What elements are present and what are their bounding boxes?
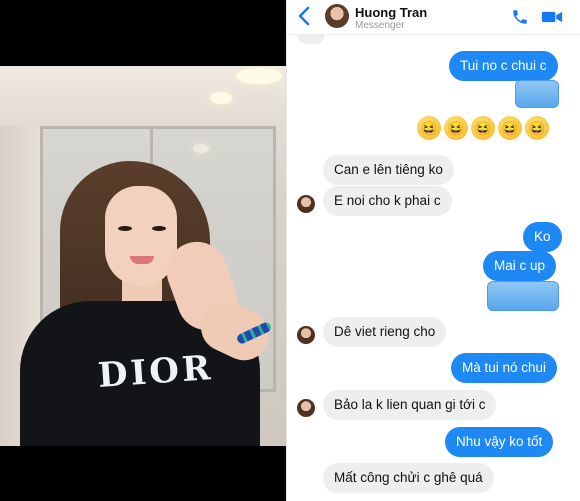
- cut-off-message-bubble: [297, 34, 325, 44]
- back-arrow-icon[interactable]: [297, 6, 315, 26]
- emoji-message[interactable]: 😆 😆 😆 😆 😆: [417, 116, 552, 140]
- incoming-message[interactable]: Mất công chửi c ghê quá: [323, 463, 494, 493]
- incoming-message[interactable]: E noi cho k phai c: [323, 186, 452, 216]
- sender-avatar: [297, 399, 315, 417]
- laughing-emoji-icon: 😆: [525, 116, 549, 140]
- selfie-photo: DIOR: [0, 66, 286, 446]
- outgoing-message[interactable]: Tui no c chui c: [449, 51, 558, 81]
- eye: [118, 226, 132, 231]
- eye: [152, 226, 166, 231]
- incoming-message[interactable]: Dê viet rieng cho: [323, 317, 447, 347]
- outgoing-message[interactable]: Ko: [523, 222, 562, 252]
- contact-subtitle: Messenger: [355, 20, 405, 31]
- contact-name[interactable]: Huong Tran: [355, 5, 427, 20]
- laughing-emoji-icon: 😆: [444, 116, 468, 140]
- laughing-emoji-icon: 😆: [417, 116, 441, 140]
- video-camera-icon[interactable]: [541, 8, 563, 26]
- ceiling-light: [210, 92, 232, 104]
- ceiling-light: [236, 68, 282, 84]
- shirt-logo: DIOR: [96, 348, 215, 396]
- phone-icon[interactable]: [511, 8, 531, 26]
- chat-header: Huong Tran Messenger: [287, 0, 580, 35]
- laughing-emoji-icon: 😆: [498, 116, 522, 140]
- redacted-message: [515, 80, 559, 108]
- sender-avatar: [297, 195, 315, 213]
- photo-panel: DIOR: [0, 0, 286, 501]
- laughing-emoji-icon: 😆: [471, 116, 495, 140]
- sender-avatar: [297, 326, 315, 344]
- outgoing-message[interactable]: Mai c up: [483, 251, 557, 281]
- incoming-message[interactable]: Can e lên tiêng ko: [323, 155, 454, 185]
- outgoing-message[interactable]: Mà tui nó chui: [451, 353, 558, 383]
- contact-avatar[interactable]: [325, 4, 349, 28]
- messenger-chat: Huong Tran Messenger Tui no c chui c 😆 😆 😆…: [286, 0, 580, 501]
- incoming-message[interactable]: Bảo la k lien quan gi tới c: [323, 390, 497, 420]
- redacted-message: [487, 281, 559, 311]
- outgoing-message[interactable]: Nhu vậy ko tốt: [445, 427, 554, 457]
